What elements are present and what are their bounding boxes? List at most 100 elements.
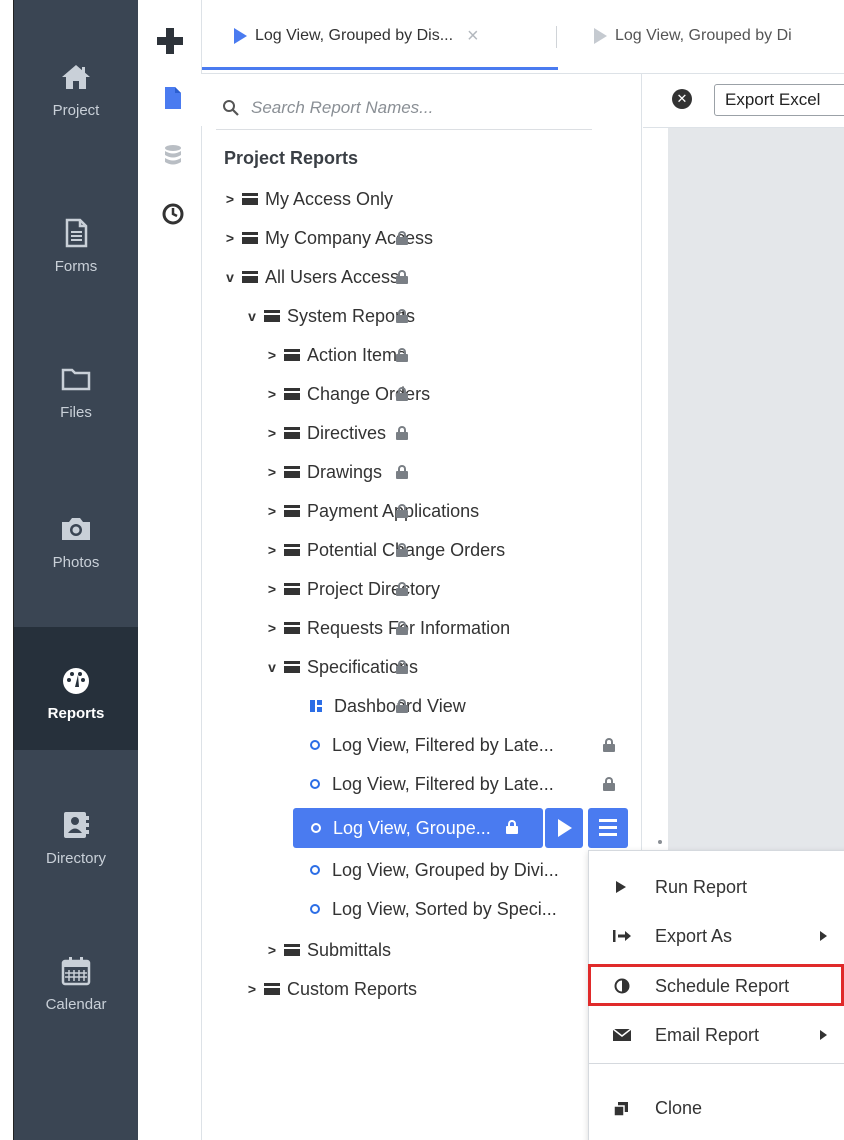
chevron-right-icon[interactable]: > xyxy=(224,191,236,207)
tree-report-log-view-sorted[interactable]: Log View, Sorted by Speci... xyxy=(310,891,557,927)
tree-folder-all-users-access[interactable]: v All Users Access xyxy=(224,259,399,295)
chevron-right-icon[interactable]: > xyxy=(266,464,278,480)
contact-card-icon xyxy=(64,812,89,838)
tree-folder-requests-for-information[interactable]: > Requests For Information xyxy=(266,610,510,646)
folder-icon xyxy=(284,505,300,517)
menu-item-export-as[interactable]: Export As xyxy=(589,914,844,958)
clock-half-icon xyxy=(614,978,630,994)
tree-folder-potential-change-orders[interactable]: > Potential Change Orders xyxy=(266,532,505,568)
rail-item-label: Calendar xyxy=(45,996,107,1013)
clock-icon[interactable] xyxy=(161,202,185,226)
report-sidebar xyxy=(138,0,202,1140)
camera-icon xyxy=(62,518,90,540)
folder-icon xyxy=(264,310,280,322)
tree-report-log-view-filtered-2[interactable]: Log View, Filtered by Late... xyxy=(310,766,554,802)
export-excel-button[interactable]: Export Excel xyxy=(714,84,844,116)
chevron-right-icon[interactable]: > xyxy=(266,620,278,636)
tree-folder-payment-applications[interactable]: > Payment Applications xyxy=(266,493,479,529)
tree-folder-submittals[interactable]: > Submittals xyxy=(266,932,391,968)
rail-item-directory[interactable]: Directory xyxy=(14,808,138,867)
tab-label: Log View, Grouped by Dis... xyxy=(255,27,454,44)
tree-report-selected[interactable]: Log View, Groupe... xyxy=(293,808,543,848)
rail-item-label: Directory xyxy=(45,850,106,867)
menu-item-clone[interactable]: Clone xyxy=(589,1086,844,1130)
folder-icon xyxy=(284,944,300,956)
rail-item-calendar[interactable]: Calendar xyxy=(14,954,138,1013)
tree-node-label: Submittals xyxy=(307,939,392,960)
tab-report-2[interactable]: Log View, Grouped by Di xyxy=(594,0,792,72)
chevron-right-icon[interactable]: > xyxy=(266,942,278,958)
tree-folder-directives[interactable]: > Directives xyxy=(266,415,386,451)
report-menu-button[interactable] xyxy=(588,808,628,848)
chevron-right-icon[interactable]: > xyxy=(224,230,236,246)
rail-item-label: Project xyxy=(52,102,100,119)
chevron-right-icon[interactable]: > xyxy=(266,542,278,558)
folder-icon xyxy=(242,232,258,244)
menu-item-label: Clone xyxy=(655,1097,703,1118)
main-nav-rail: Project Forms Files Photos Reports Direc… xyxy=(14,0,138,1140)
run-report-button[interactable] xyxy=(545,808,583,848)
lock-icon xyxy=(396,699,408,713)
tree-report-log-view-filtered-1[interactable]: Log View, Filtered by Late... xyxy=(310,727,554,763)
hamburger-icon-bar xyxy=(599,826,617,829)
hamburger-icon xyxy=(599,819,617,822)
tree-folder-action-items[interactable]: > Action Items xyxy=(266,337,406,373)
home-icon xyxy=(62,65,90,89)
menu-divider xyxy=(589,1063,844,1064)
folder-icon xyxy=(284,622,300,634)
folder-icon xyxy=(284,427,300,439)
tree-node-label: Log View, Sorted by Speci... xyxy=(332,898,557,919)
tab-bar: Log View, Grouped by Dis... × Log View, … xyxy=(202,0,844,74)
tree-folder-drawings[interactable]: > Drawings xyxy=(266,454,382,490)
rail-item-forms[interactable]: Forms xyxy=(14,216,138,275)
folder-icon xyxy=(264,983,280,995)
folder-icon xyxy=(284,466,300,478)
rail-item-reports[interactable]: Reports xyxy=(14,627,138,750)
chevron-right-icon[interactable]: > xyxy=(266,347,278,363)
menu-item-email-report[interactable]: Email Report xyxy=(589,1013,844,1057)
rail-item-photos[interactable]: Photos xyxy=(14,512,138,571)
chevron-down-icon[interactable]: v xyxy=(266,659,278,675)
database-icon[interactable] xyxy=(161,144,185,168)
rail-item-label: Files xyxy=(60,404,92,421)
resize-handle[interactable] xyxy=(658,840,662,844)
chevron-right-icon[interactable]: > xyxy=(246,981,258,997)
rail-item-project[interactable]: Project xyxy=(14,60,138,119)
tree-report-log-view-grouped-division[interactable]: Log View, Grouped by Divi... xyxy=(310,852,559,888)
report-icon xyxy=(310,740,320,750)
document-icon xyxy=(65,218,88,248)
tree-node-label: Change Orders xyxy=(307,383,431,404)
search-input[interactable] xyxy=(251,97,581,118)
tree-folder-system-reports[interactable]: v System Reports xyxy=(246,298,415,334)
tree-report-dashboard-view[interactable]: Dashboard View xyxy=(310,688,466,724)
report-file-icon[interactable] xyxy=(161,86,185,110)
export-arrow-icon xyxy=(613,930,631,942)
envelope-icon xyxy=(612,1028,632,1041)
tree-folder-project-directory[interactable]: > Project Directory xyxy=(266,571,440,607)
tab-separator xyxy=(556,26,557,48)
chevron-right-icon[interactable]: > xyxy=(266,386,278,402)
menu-item-run-report[interactable]: Run Report xyxy=(589,865,844,909)
chevron-right-icon[interactable]: > xyxy=(266,581,278,597)
tree-folder-custom-reports[interactable]: > Custom Reports xyxy=(246,971,417,1007)
chevron-right-icon[interactable]: > xyxy=(266,503,278,519)
chevron-down-icon[interactable]: v xyxy=(224,269,236,285)
lock-icon xyxy=(396,387,408,401)
tab-label: Log View, Grouped by Di xyxy=(615,27,792,44)
menu-item-schedule-report[interactable]: Schedule Report xyxy=(589,964,844,1008)
tab-report-1[interactable]: Log View, Grouped by Dis... × xyxy=(234,0,479,72)
lock-icon xyxy=(396,231,408,245)
add-tab-button[interactable] xyxy=(153,24,187,58)
lock-icon xyxy=(396,348,408,362)
tree-folder-my-access-only[interactable]: > My Access Only xyxy=(224,181,393,217)
close-report-button[interactable]: ✕ xyxy=(672,89,692,109)
chevron-down-icon[interactable]: v xyxy=(246,308,258,324)
active-tab-indicator xyxy=(202,67,558,70)
menu-item-label: Run Report xyxy=(655,876,748,897)
tree-node-label: Log View, Filtered by Late... xyxy=(332,773,554,794)
chevron-right-icon[interactable]: > xyxy=(266,425,278,441)
rail-item-files[interactable]: Files xyxy=(14,362,138,421)
lock-icon xyxy=(603,738,615,752)
tree-node-label: Action Items xyxy=(307,344,407,365)
close-icon[interactable]: × xyxy=(467,25,479,48)
